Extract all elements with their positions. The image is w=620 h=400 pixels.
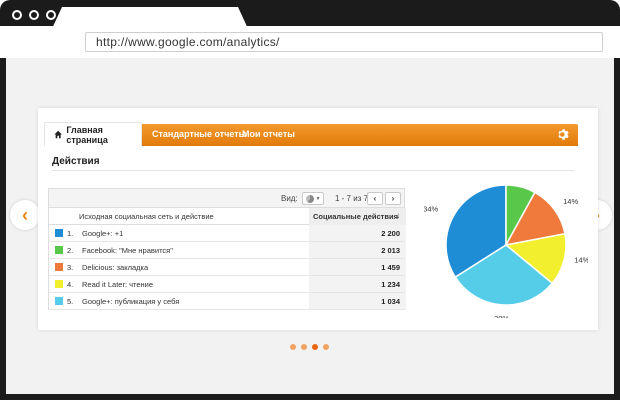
table-body: 1. Google+: +1 2 200 2. Facebook: "Мне нрави… bbox=[48, 225, 406, 310]
chevron-down-icon: ▼ bbox=[315, 195, 321, 202]
carousel-dot[interactable] bbox=[312, 344, 318, 350]
series-swatch bbox=[55, 297, 63, 305]
chevron-left-icon: ‹ bbox=[373, 194, 377, 203]
row-number: 1. bbox=[67, 229, 74, 238]
carousel-dot[interactable] bbox=[323, 344, 329, 350]
row-number: 4. bbox=[67, 280, 74, 289]
chevron-right-icon: › bbox=[391, 194, 395, 203]
browser-window: http://www.google.com/analytics/ ‹ › Гла… bbox=[0, 0, 620, 400]
carousel-pager bbox=[290, 344, 329, 350]
row-source-name[interactable]: Facebook: "Мне нравится" bbox=[82, 246, 173, 255]
row-source-name[interactable]: Read it Later: чтение bbox=[82, 280, 153, 289]
tab-home[interactable]: Главная страница bbox=[44, 122, 142, 146]
table-toolbar: Вид: ▼ 1 - 7 из 7 ‹ › bbox=[48, 188, 405, 208]
gear-icon[interactable] bbox=[557, 128, 570, 141]
row-value: 1 459 bbox=[309, 259, 406, 275]
pagination-range: 1 - 7 из 7 bbox=[335, 194, 369, 203]
report-table: Вид: ▼ 1 - 7 из 7 ‹ › Исходная социальна… bbox=[48, 188, 406, 310]
table-row[interactable]: 4. Read it Later: чтение 1 234 bbox=[48, 276, 406, 293]
row-number: 5. bbox=[67, 297, 74, 306]
column-header-source[interactable]: Исходная социальная сеть и действие bbox=[79, 212, 214, 221]
tab-home-label: Главная страница bbox=[66, 124, 108, 145]
pie-slice-label: 34% bbox=[424, 204, 438, 213]
home-icon bbox=[54, 130, 62, 139]
table-row[interactable]: 1. Google+: +1 2 200 bbox=[48, 225, 406, 242]
window-close-dot[interactable] bbox=[12, 10, 22, 20]
carousel-prev-button[interactable]: ‹ bbox=[10, 200, 40, 230]
row-value: 2 200 bbox=[309, 225, 406, 241]
pie-slice-label: 14% bbox=[563, 197, 578, 206]
window-controls bbox=[12, 10, 56, 20]
row-value: 2 013 bbox=[309, 242, 406, 258]
table-header: Исходная социальная сеть и действие Соци… bbox=[48, 208, 406, 225]
row-number: 2. bbox=[67, 246, 74, 255]
window-minimize-dot[interactable] bbox=[29, 10, 39, 20]
section-title: Действия bbox=[52, 156, 100, 167]
pie-slice-label: 14% bbox=[574, 255, 588, 264]
row-source-name[interactable]: Delicious: закладка bbox=[82, 263, 148, 272]
table-row[interactable]: 3. Delicious: закладка 1 459 bbox=[48, 259, 406, 276]
series-swatch bbox=[55, 263, 63, 271]
tab-standard-reports[interactable]: Стандартные отчеты bbox=[152, 129, 246, 139]
carousel-dot[interactable] bbox=[290, 344, 296, 350]
prev-page-button[interactable]: ‹ bbox=[367, 192, 383, 205]
window-maximize-dot[interactable] bbox=[46, 10, 56, 20]
carousel-dot[interactable] bbox=[301, 344, 307, 350]
next-page-button[interactable]: › bbox=[385, 192, 401, 205]
series-swatch bbox=[55, 280, 63, 288]
pie-slice-label: 30% bbox=[494, 314, 509, 318]
column-header-actions-label: Социальные действия bbox=[313, 212, 398, 221]
view-label: Вид: bbox=[281, 194, 298, 203]
chevron-left-icon: ‹ bbox=[22, 204, 28, 225]
pie-chart-icon bbox=[305, 194, 314, 203]
row-number: 3. bbox=[67, 263, 74, 272]
series-swatch bbox=[55, 229, 63, 237]
analytics-card: Главная страница Стандартные отчеты Мои … bbox=[38, 108, 598, 330]
report-nav-bar: Главная страница Стандартные отчеты Мои … bbox=[44, 122, 578, 146]
row-value: 1 234 bbox=[309, 276, 406, 292]
section-divider bbox=[52, 170, 574, 171]
pie-chart: 34% 8% 14% 14% 30% bbox=[424, 178, 588, 318]
row-source-name[interactable]: Google+: +1 bbox=[82, 229, 123, 238]
table-row[interactable]: 5. Google+: публикация у себя 1 034 bbox=[48, 293, 406, 310]
row-value: 1 034 bbox=[309, 293, 406, 309]
pie-slice-label: 8% bbox=[522, 178, 533, 179]
sort-desc-icon: ↓ bbox=[396, 211, 400, 220]
row-source-name[interactable]: Google+: публикация у себя bbox=[82, 297, 179, 306]
view-selector[interactable]: ▼ bbox=[302, 192, 324, 205]
table-row[interactable]: 2. Facebook: "Мне нравится" 2 013 bbox=[48, 242, 406, 259]
tab-my-reports[interactable]: Мои отчеты bbox=[242, 129, 295, 139]
series-swatch bbox=[55, 246, 63, 254]
address-bar[interactable]: http://www.google.com/analytics/ bbox=[85, 32, 603, 52]
column-header-actions[interactable]: Социальные действия ↓ bbox=[309, 208, 406, 225]
